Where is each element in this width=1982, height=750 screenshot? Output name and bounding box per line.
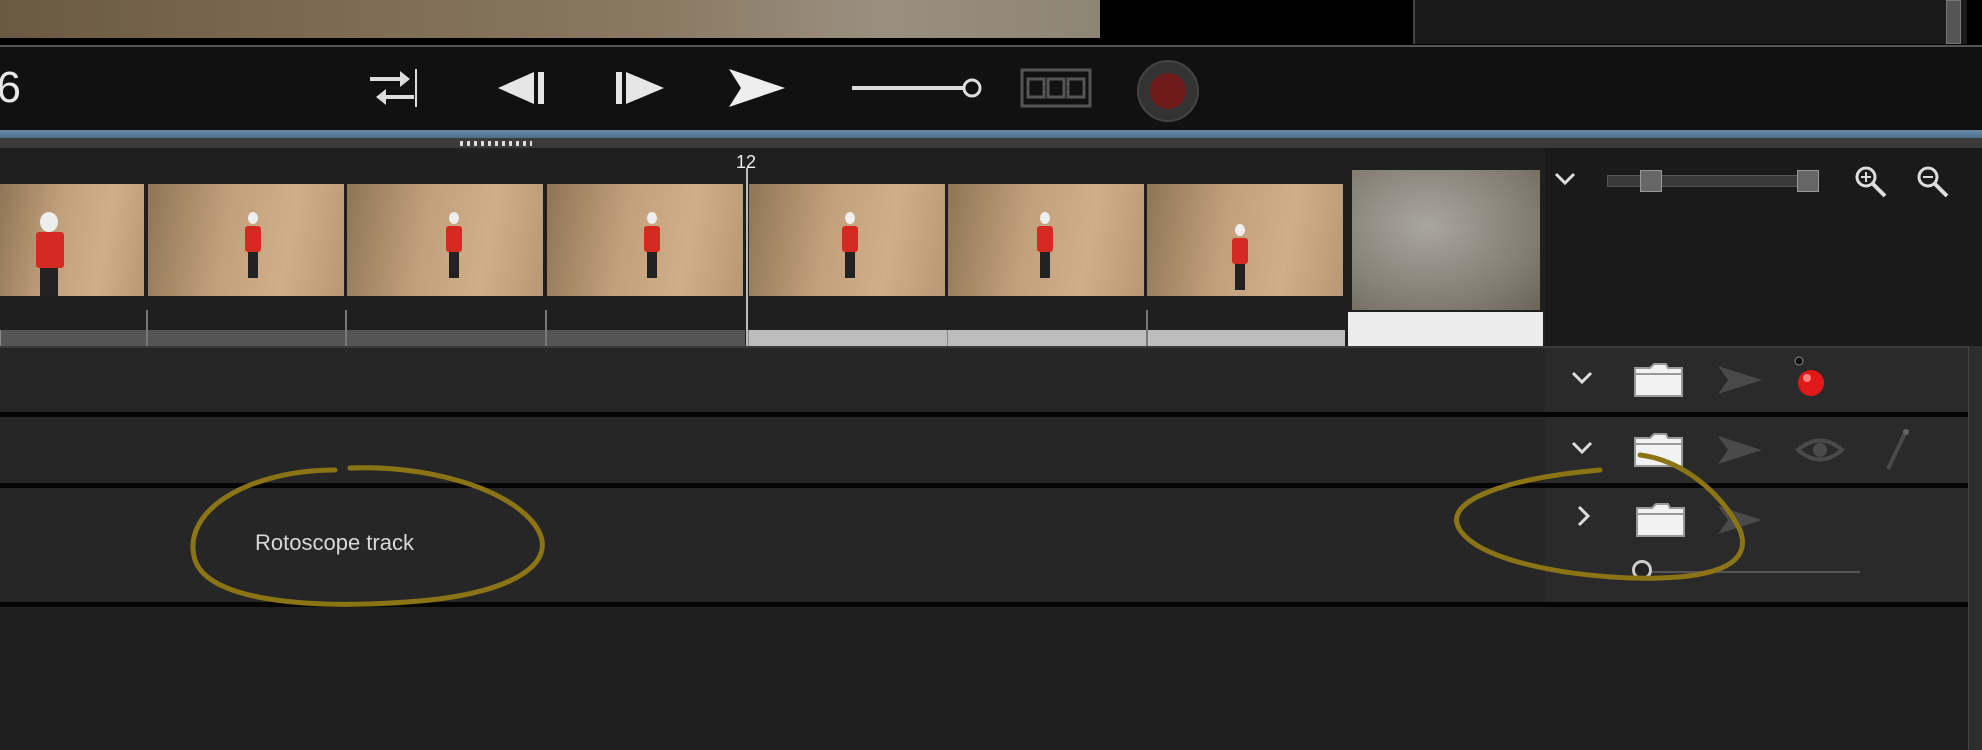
annotation-circle-label bbox=[190, 465, 545, 607]
annotation-circle-controls bbox=[1454, 452, 1745, 581]
annotation-overlay bbox=[190, 452, 1745, 607]
